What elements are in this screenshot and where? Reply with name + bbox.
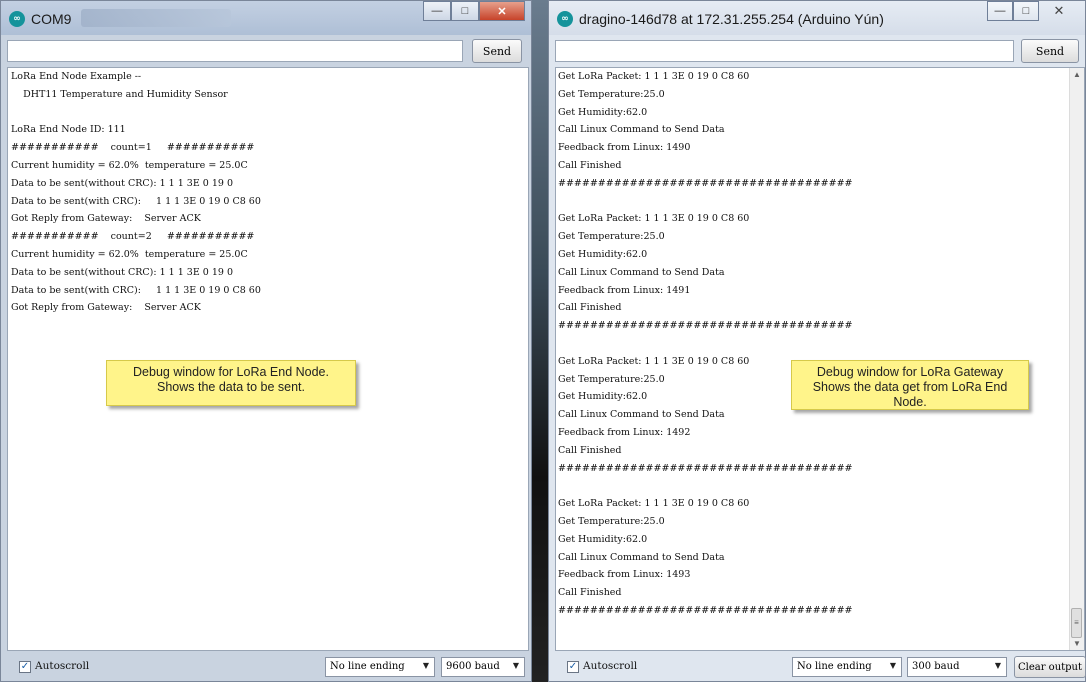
output-line: Get LoRa Packet: 1 1 1 3E 0 19 0 C8 60 [558,213,750,225]
output-line: Current humidity = 62.0% temperature = 2… [11,159,248,171]
maximize-icon[interactable]: □ [1013,1,1039,21]
callout-end-node: Debug window for LoRa End Node. Shows th… [106,360,356,406]
blurred-title-region [81,9,231,27]
output-line: Call Finished [558,444,622,456]
output-line: Get Humidity:62.0 [558,248,648,260]
serial-monitor-window-com9: ∞ COM9 — □ ✕ Send LoRa End Node Example … [0,0,532,682]
callout-line: Node. [893,395,927,409]
serial-input[interactable] [7,40,463,62]
chevron-down-icon: ▼ [889,661,896,670]
scroll-down-icon[interactable]: ▼ [1073,639,1081,648]
send-button[interactable]: Send [472,39,522,63]
output-line: Get LoRa Packet: 1 1 1 3E 0 19 0 C8 60 [558,498,750,510]
send-row: Send [555,39,1079,63]
output-line: ########### count=2 ########### [11,231,255,243]
output-line: Data to be sent(without CRC): 1 1 1 3E 0… [11,266,234,278]
autoscroll-label: Autoscroll [35,660,90,672]
output-line: Call Linux Command to Send Data [558,124,725,136]
serial-input[interactable] [555,40,1014,62]
chevron-down-icon: ▼ [512,661,519,670]
line-ending-value: No line ending [797,661,872,672]
autoscroll-label: Autoscroll [583,660,638,672]
minimize-icon[interactable]: — [987,1,1013,21]
output-line: Get Temperature:25.0 [558,515,665,527]
output-line: Get Humidity:62.0 [558,106,648,118]
vertical-scrollbar[interactable]: ▲ ≡ ▼ [1069,68,1084,650]
autoscroll-checkbox[interactable]: ✓ [19,661,31,673]
output-line: Feedback from Linux: 1492 [558,426,691,438]
chevron-down-icon: ▼ [994,661,1001,670]
window-title: dragino-146d78 at 172.31.255.254 (Arduin… [579,11,884,27]
window-title: COM9 [31,11,72,27]
baud-value: 9600 baud [446,661,500,672]
chevron-down-icon: ▼ [422,661,429,670]
output-line: Get Humidity:62.0 [558,533,648,545]
callout-gateway: Debug window for LoRa Gateway Shows the … [791,360,1029,410]
callout-line: Shows the data get from LoRa End [812,380,1008,394]
send-row: Send [7,39,525,63]
baud-select[interactable]: 9600 baud ▼ [441,657,525,677]
arduino-icon: ∞ [9,11,25,27]
callout-line: Debug window for LoRa Gateway [816,365,1004,379]
bottom-bar: ✓ Autoscroll No line ending ▼ 9600 baud … [7,655,525,679]
output-line: DHT11 Temperature and Humidity Sensor [11,88,228,100]
output-line: Data to be sent(without CRC): 1 1 1 3E 0… [11,177,234,189]
clear-output-button[interactable]: Clear output [1014,656,1086,678]
line-ending-select[interactable]: No line ending ▼ [325,657,435,677]
output-line: Feedback from Linux: 1491 [558,284,691,296]
minimize-icon[interactable]: — [423,1,451,21]
title-bar[interactable]: ∞ dragino-146d78 at 172.31.255.254 (Ardu… [549,1,1085,35]
baud-select[interactable]: 300 baud ▼ [907,657,1007,677]
output-line: Call Finished [558,159,622,171]
callout-line: Shows the data to be sent. [156,380,306,394]
output-line: LoRa End Node Example -- [11,71,142,82]
output-line: Get Temperature:25.0 [558,231,665,243]
send-button[interactable]: Send [1021,39,1079,63]
line-ending-select[interactable]: No line ending ▼ [792,657,902,677]
window-controls: — □ ✕ [987,1,1079,21]
baud-value: 300 baud [912,661,960,672]
output-line: Data to be sent(with CRC): 1 1 1 3E 0 19… [11,284,261,296]
arduino-icon: ∞ [557,11,573,27]
bottom-bar: ✓ Autoscroll No line ending ▼ 300 baud ▼… [555,655,1086,679]
output-line: Current humidity = 62.0% temperature = 2… [11,248,248,260]
scrollbar-thumb[interactable]: ≡ [1071,608,1082,638]
line-ending-value: No line ending [330,661,405,672]
title-bar[interactable]: ∞ COM9 — □ ✕ [1,1,531,35]
serial-output[interactable]: LoRa End Node Example -- DHT11 Temperatu… [7,67,529,651]
output-line: Feedback from Linux: 1493 [558,569,691,581]
output-line: ##################################### [558,320,853,332]
output-line: Get Temperature:25.0 [558,88,665,100]
output-line: Feedback from Linux: 1490 [558,142,691,154]
window-controls: — □ ✕ [423,1,525,21]
close-icon[interactable]: ✕ [479,1,525,21]
output-line: Got Reply from Gateway: Server ACK [11,213,201,225]
callout-line: Debug window for LoRa End Node. [133,365,329,379]
desktop-background [532,0,548,682]
output-line: ##################################### [558,177,853,189]
autoscroll-checkbox[interactable]: ✓ [567,661,579,673]
output-line: ########### count=1 ########### [11,142,255,154]
maximize-icon[interactable]: □ [451,1,479,21]
serial-output[interactable]: Get LoRa Packet: 1 1 1 3E 0 19 0 C8 60 Ge… [555,67,1085,651]
output-line: Get LoRa Packet: 1 1 1 3E 0 19 0 C8 60 [558,71,750,82]
output-line: LoRa End Node ID: 111 [11,124,126,136]
serial-monitor-window-yun: ∞ dragino-146d78 at 172.31.255.254 (Ardu… [548,0,1086,682]
output-line: ##################################### [558,462,853,474]
output-line: Data to be sent(with CRC): 1 1 1 3E 0 19… [11,195,261,207]
output-line: Call Linux Command to Send Data [558,266,725,278]
scroll-up-icon[interactable]: ▲ [1073,70,1081,79]
output-line: Call Linux Command to Send Data [558,551,725,563]
close-icon[interactable]: ✕ [1039,1,1079,21]
output-line: ##################################### [558,604,853,616]
output-line: Call Finished [558,302,622,314]
output-line: Call Finished [558,587,622,599]
output-line: Got Reply from Gateway: Server ACK [11,302,201,314]
